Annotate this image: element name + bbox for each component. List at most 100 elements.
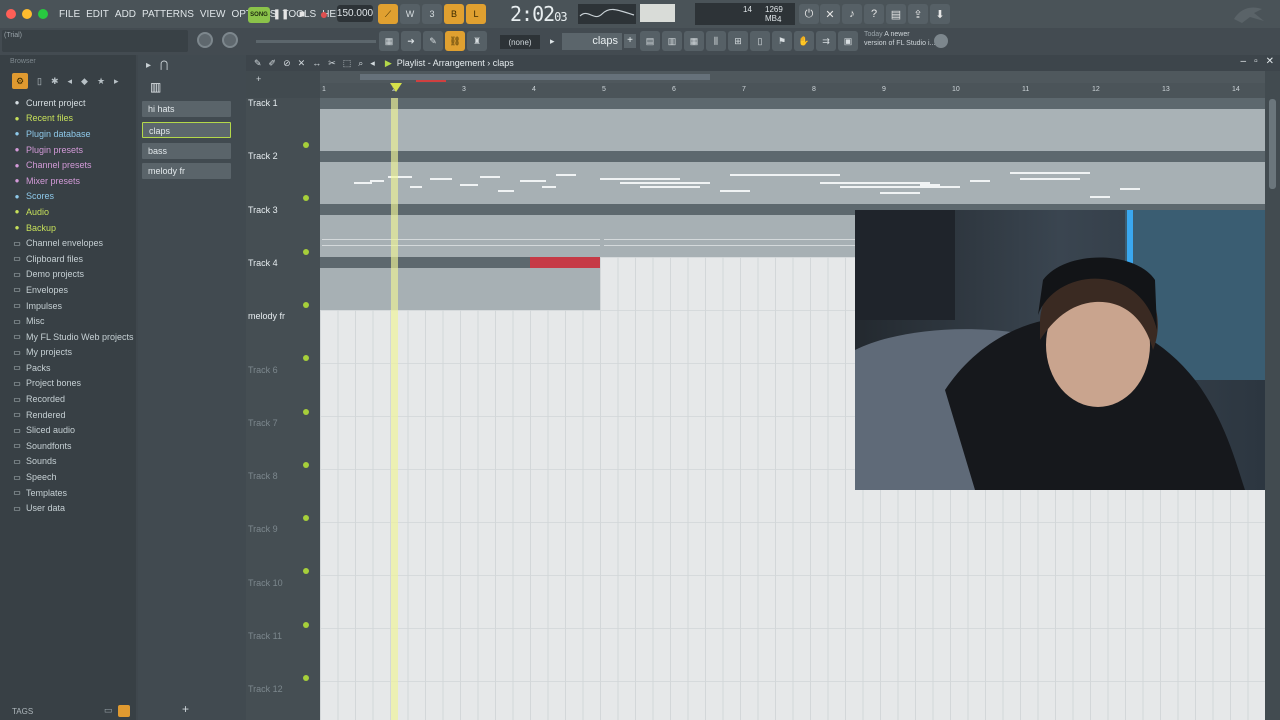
browser-item[interactable]: ▭ Channel envelopes bbox=[0, 235, 136, 251]
tempo-display[interactable]: 150.000 bbox=[337, 5, 373, 22]
browser-item[interactable]: ● Plugin database bbox=[0, 126, 136, 142]
track-mute-led[interactable] bbox=[303, 142, 309, 148]
record-icon[interactable]: ● bbox=[316, 6, 332, 22]
zoom-window-button[interactable] bbox=[38, 9, 48, 19]
link-icon[interactable]: ⛓ bbox=[445, 31, 465, 51]
countdown-icon[interactable]: 3 bbox=[422, 4, 442, 24]
browser-item[interactable]: ▭ Rendered bbox=[0, 407, 136, 423]
browser-view-icon[interactable]: ▸ bbox=[114, 76, 119, 87]
track-mute-led[interactable] bbox=[303, 301, 309, 308]
browser-all-icon[interactable]: ⚙ bbox=[12, 73, 28, 89]
menu-edit[interactable]: EDIT bbox=[83, 9, 112, 20]
track-mute-led[interactable] bbox=[303, 195, 309, 202]
browser-item[interactable]: ● Scores bbox=[0, 189, 136, 205]
power-icon[interactable]: ⏻ bbox=[799, 4, 819, 24]
mixer-icon[interactable]: ⫼ bbox=[706, 31, 726, 51]
timeline-ruler[interactable]: 1 2 3 4 5 6 7 8 9 10 11 12 13 14 bbox=[320, 71, 1265, 98]
browser-item[interactable]: ▭ Sliced audio bbox=[0, 422, 136, 438]
playlist-play-icon[interactable]: ▶ bbox=[385, 58, 392, 68]
track-header[interactable]: Track 6 bbox=[246, 365, 320, 418]
browser-item[interactable]: ▭ Sounds bbox=[0, 454, 136, 470]
browser-item[interactable]: ▭ Clipboard files bbox=[0, 251, 136, 267]
magnet-icon[interactable]: ⋂ bbox=[160, 60, 168, 71]
track-header[interactable]: Track 3 bbox=[246, 205, 320, 258]
browser-item[interactable]: ● Audio bbox=[0, 204, 136, 220]
clip-track4-claps-3[interactable]: ▤ claps bbox=[460, 257, 530, 310]
stamp-icon[interactable]: ♜ bbox=[467, 31, 487, 51]
clip-track3-bass-1[interactable]: ▤ bass bbox=[320, 204, 602, 257]
step-seq-icon[interactable]: ➜ bbox=[401, 31, 421, 51]
minimize-icon[interactable]: – bbox=[1241, 56, 1247, 67]
browser-item[interactable]: ● Channel presets bbox=[0, 157, 136, 173]
track-header[interactable]: Track 9 bbox=[246, 524, 320, 577]
clip-track3-bass-2[interactable]: ▤ bass bbox=[602, 204, 884, 257]
overview-bar[interactable] bbox=[320, 71, 1265, 83]
track-header[interactable]: Track 7 bbox=[246, 418, 320, 471]
clip-track4-claps-1[interactable]: ▤ claps bbox=[320, 257, 390, 310]
vertical-scrollbar[interactable] bbox=[1265, 71, 1280, 720]
pencil-icon[interactable]: ✎ bbox=[254, 58, 262, 69]
track-mute-led[interactable] bbox=[303, 461, 309, 468]
pause-icon[interactable]: ❚❚ bbox=[273, 6, 290, 22]
song-mode-toggle[interactable]: SONG bbox=[248, 7, 270, 23]
browser-item[interactable]: ● Mixer presets bbox=[0, 173, 136, 189]
picker-item-hi-hats[interactable]: hi hats bbox=[142, 101, 231, 117]
clip-track4-claps-2[interactable]: ▤ claps bbox=[390, 257, 460, 310]
track-mute-led[interactable] bbox=[303, 675, 309, 681]
piano-roll-view-icon[interactable]: ▥ bbox=[662, 31, 682, 51]
metronome-icon[interactable]: ⟋ bbox=[378, 4, 398, 24]
maximize-icon[interactable]: ▫ bbox=[1254, 56, 1258, 67]
browser-item[interactable]: ● Recent files bbox=[0, 111, 136, 127]
browser-item[interactable]: ▭ Envelopes bbox=[0, 282, 136, 298]
help-icon[interactable]: ? bbox=[864, 4, 884, 24]
search-icon[interactable] bbox=[118, 705, 130, 717]
track-header[interactable]: Track 10 bbox=[246, 578, 320, 631]
browser-item[interactable]: ▭ Project bones bbox=[0, 376, 136, 392]
browser-item[interactable]: ● Current project bbox=[0, 95, 136, 111]
delete-icon[interactable]: ⊘ bbox=[283, 58, 291, 69]
picker-item-melody[interactable]: melody fr bbox=[142, 163, 231, 179]
track-header[interactable]: melody fr bbox=[246, 311, 320, 364]
microphone-icon[interactable]: ♪ bbox=[842, 4, 862, 24]
snap-select[interactable]: (none) bbox=[500, 35, 540, 49]
browser-item[interactable]: ● Backup bbox=[0, 220, 136, 236]
browser-icon[interactable]: ▯ bbox=[750, 31, 770, 51]
menu-view[interactable]: VIEW bbox=[197, 9, 229, 20]
pattern-selector[interactable]: claps bbox=[562, 33, 622, 50]
track-mute-led[interactable] bbox=[303, 568, 309, 575]
browser-item[interactable]: ▭ My FL Studio Web projects bbox=[0, 329, 136, 345]
track-header[interactable]: Track 2 bbox=[246, 151, 320, 204]
playhead-marker[interactable] bbox=[390, 83, 402, 92]
blend-notes-icon[interactable]: B bbox=[444, 4, 464, 24]
save-icon[interactable]: ▤ bbox=[886, 4, 906, 24]
track-header[interactable]: Track 11 bbox=[246, 631, 320, 684]
download-icon[interactable]: ⬇ bbox=[930, 4, 950, 24]
browser-item[interactable]: ▭ Impulses bbox=[0, 298, 136, 314]
brush-icon[interactable]: ✎ bbox=[423, 31, 443, 51]
mute-icon[interactable]: ✕ bbox=[298, 58, 306, 69]
browser-projects-icon[interactable]: ◂ bbox=[68, 76, 73, 87]
clip-track1-pattern5[interactable]: ▾ Pattern 5 ▾ Pattern 5 ▾ Pattern 5 bbox=[320, 98, 1265, 151]
menu-patterns[interactable]: PATTERNS bbox=[139, 9, 197, 20]
piano-roll-icon[interactable]: ▦ bbox=[379, 31, 399, 51]
picker-grid-icon[interactable]: ▥ bbox=[150, 80, 161, 94]
browser-db-icon[interactable]: ◆ bbox=[81, 76, 88, 87]
master-pitch-slider[interactable] bbox=[256, 40, 376, 43]
stop-icon[interactable]: ■ bbox=[294, 6, 310, 22]
browser-item[interactable]: ▭ Packs bbox=[0, 360, 136, 376]
browser-item[interactable]: ▭ Soundfonts bbox=[0, 438, 136, 454]
news-panel[interactable]: Today A newer version of FL Studio i... bbox=[864, 30, 935, 48]
add-icon[interactable]: + bbox=[182, 702, 189, 716]
track-mute-led[interactable] bbox=[303, 248, 309, 255]
export-icon[interactable]: ⇪ bbox=[908, 4, 928, 24]
browser-item[interactable]: ▭ Demo projects bbox=[0, 267, 136, 283]
track-header[interactable]: Track 4 bbox=[246, 258, 320, 311]
slip-icon[interactable]: ↔ bbox=[312, 58, 321, 69]
picker-menu-icon[interactable]: ▸ bbox=[146, 60, 151, 71]
menu-file[interactable]: FILE bbox=[56, 9, 83, 20]
add-track-icon[interactable]: + bbox=[256, 74, 261, 98]
plugin-db-icon[interactable]: ⚑ bbox=[772, 31, 792, 51]
tools-icon[interactable]: ✕ bbox=[820, 4, 840, 24]
render-icon[interactable]: ⇉ bbox=[816, 31, 836, 51]
channel-rack-icon[interactable]: ▦ bbox=[684, 31, 704, 51]
